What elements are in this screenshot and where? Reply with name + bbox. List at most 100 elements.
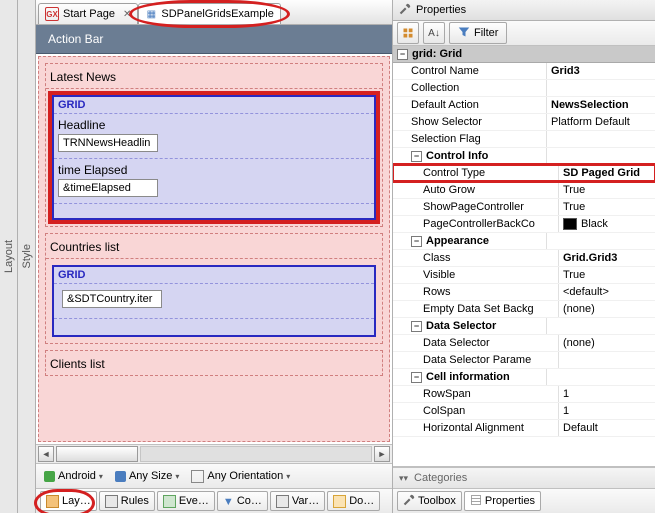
tab-layout[interactable]: Lay… — [40, 491, 97, 511]
tab-sd-panel-example[interactable]: ▦ SDPanelGridsExample — [138, 3, 281, 24]
size-label: Any Size — [129, 470, 172, 482]
prop-show-selector[interactable]: Show SelectorPlatform Default — [393, 114, 655, 131]
document-tab-bar: GX Start Page ✕ ▦ SDPanelGridsExample — [36, 0, 392, 25]
grid-news-headline-field[interactable]: TRNNewsHeadlin — [58, 134, 158, 152]
prop-control-type[interactable]: Control TypeSD Paged Grid — [393, 165, 655, 182]
prop-class[interactable]: ClassGrid.Grid3 — [393, 250, 655, 267]
documentation-icon — [333, 495, 346, 508]
tab-properties[interactable]: Properties — [464, 491, 541, 511]
size-dropdown[interactable]: Any Size ▾ — [111, 468, 183, 484]
orientation-icon — [191, 470, 204, 483]
grid-news-time-field[interactable]: &timeElapsed — [58, 179, 158, 197]
designer-pane: GX Start Page ✕ ▦ SDPanelGridsExample Ac… — [36, 0, 393, 513]
funnel-icon: ▼ — [223, 496, 234, 507]
chevron-down-icon: ▾ — [99, 472, 103, 481]
chevron-down-icon: ▾ — [175, 472, 179, 481]
categories-bar[interactable]: ▾▾ Categories — [393, 467, 655, 489]
gx-icon: GX — [45, 7, 59, 21]
prop-colspan[interactable]: ColSpan1 — [393, 403, 655, 420]
prop-cat-appearance[interactable]: −Appearance — [393, 233, 655, 250]
tab-variables[interactable]: Var… — [270, 491, 325, 511]
categories-label: Categories — [414, 472, 467, 484]
prop-cat-control-info[interactable]: −Control Info — [393, 148, 655, 165]
prop-header-label: grid: Grid — [412, 48, 462, 60]
tab-rules[interactable]: Rules — [99, 491, 155, 511]
chevron-double-down-icon: ▾▾ — [399, 473, 408, 484]
grid-news-time-label: time Elapsed — [54, 159, 374, 177]
prop-rows[interactable]: Rows<default> — [393, 284, 655, 301]
prop-default-action[interactable]: Default ActionNewsSelection — [393, 97, 655, 114]
prop-page-controller-back[interactable]: PageControllerBackCoBlack — [393, 216, 655, 233]
tab-variables-label: Var… — [292, 495, 319, 507]
tab-events-label: Eve… — [179, 495, 209, 507]
collapse-icon[interactable]: − — [411, 321, 422, 332]
tab-documentation[interactable]: Do… — [327, 491, 380, 511]
side-strip-style-label: Style — [21, 244, 33, 268]
tab-conditions[interactable]: ▼ Co… — [217, 491, 268, 511]
panel-latest-news-title: Latest News — [46, 64, 382, 89]
scroll-thumb[interactable] — [56, 446, 138, 462]
filter-button[interactable]: Filter — [449, 22, 507, 44]
prop-horizontal-alignment[interactable]: Horizontal AlignmentDefault — [393, 420, 655, 437]
prop-rowspan[interactable]: RowSpan1 — [393, 386, 655, 403]
prop-collection[interactable]: Collection — [393, 80, 655, 97]
filter-label: Filter — [474, 27, 498, 39]
prop-header-row: − grid: Grid — [393, 46, 655, 63]
collapse-icon[interactable]: − — [411, 236, 422, 247]
scroll-right-button[interactable]: ► — [374, 446, 390, 462]
prop-auto-grow[interactable]: Auto GrowTrue — [393, 182, 655, 199]
prop-visible[interactable]: VisibleTrue — [393, 267, 655, 284]
tab-toolbox-label: Toolbox — [418, 495, 456, 507]
platform-dropdown[interactable]: Android ▾ — [40, 468, 107, 484]
grid-countries[interactable]: GRID &SDTCountry.iter — [52, 265, 376, 337]
rules-icon — [105, 495, 118, 508]
scroll-track[interactable] — [140, 446, 372, 462]
prop-data-selector[interactable]: Data Selector(none) — [393, 335, 655, 352]
side-strip-style[interactable]: Style — [18, 0, 36, 513]
property-grid[interactable]: − grid: Grid Control NameGrid3 Collectio… — [393, 46, 655, 467]
tab-toolbox[interactable]: Toolbox — [397, 491, 462, 511]
collapse-icon[interactable]: − — [411, 372, 422, 383]
scroll-left-button[interactable]: ◄ — [38, 446, 54, 462]
panel-latest-news[interactable]: Latest News GRID Headline TRNNewsHeadlin… — [45, 63, 383, 227]
close-icon[interactable]: ✕ — [123, 9, 131, 20]
design-surface[interactable]: Latest News GRID Headline TRNNewsHeadlin… — [38, 56, 390, 442]
prop-cat-data-selector[interactable]: −Data Selector — [393, 318, 655, 335]
prop-data-selector-params[interactable]: Data Selector Parame — [393, 352, 655, 369]
panel-icon: ▦ — [145, 8, 157, 20]
tab-documentation-label: Do… — [349, 495, 374, 507]
sort-category-button[interactable] — [397, 22, 419, 44]
wrench-icon — [399, 3, 411, 18]
action-bar[interactable]: Action Bar — [36, 25, 392, 54]
prop-selection-flag[interactable]: Selection Flag — [393, 131, 655, 148]
tab-start-page-label: Start Page — [63, 8, 115, 20]
prop-control-name[interactable]: Control NameGrid3 — [393, 63, 655, 80]
prop-empty-data-set[interactable]: Empty Data Set Backg(none) — [393, 301, 655, 318]
collapse-icon[interactable]: − — [411, 151, 422, 162]
platform-toolbar: Android ▾ Any Size ▾ Any Orientation ▾ — [36, 463, 392, 488]
panel-clients[interactable]: Clients list — [45, 350, 383, 376]
properties-pane: Properties A↓ Filter − grid: Grid Contro… — [393, 0, 655, 513]
grid-countries-field[interactable]: &SDTCountry.iter — [62, 290, 162, 308]
tab-sd-panel-label: SDPanelGridsExample — [161, 8, 274, 20]
grid-countries-header: GRID — [54, 267, 374, 284]
tab-conditions-label: Co… — [237, 495, 262, 507]
collapse-icon[interactable]: − — [397, 49, 408, 60]
panel-clients-title: Clients list — [46, 351, 382, 375]
panel-countries[interactable]: Countries list GRID &SDTCountry.iter — [45, 233, 383, 344]
prop-show-page-controller[interactable]: ShowPageControllerTrue — [393, 199, 655, 216]
tab-start-page[interactable]: GX Start Page ✕ — [38, 3, 138, 24]
android-icon — [44, 471, 55, 482]
sort-alpha-button[interactable]: A↓ — [423, 22, 445, 44]
prop-cat-cell-info[interactable]: −Cell information — [393, 369, 655, 386]
grid-news-header: GRID — [54, 97, 374, 114]
h-scrollbar[interactable]: ◄ ► — [36, 444, 392, 463]
side-strip-layout[interactable]: Layout — [0, 0, 18, 513]
tab-properties-label: Properties — [485, 495, 535, 507]
orientation-dropdown[interactable]: Any Orientation ▾ — [187, 468, 294, 485]
action-bar-title: Action Bar — [48, 32, 103, 46]
grid-news[interactable]: GRID Headline TRNNewsHeadlin time Elapse… — [52, 95, 376, 220]
layout-icon — [46, 495, 59, 508]
tab-events[interactable]: Eve… — [157, 491, 215, 511]
side-strip-layout-label: Layout — [3, 240, 15, 273]
